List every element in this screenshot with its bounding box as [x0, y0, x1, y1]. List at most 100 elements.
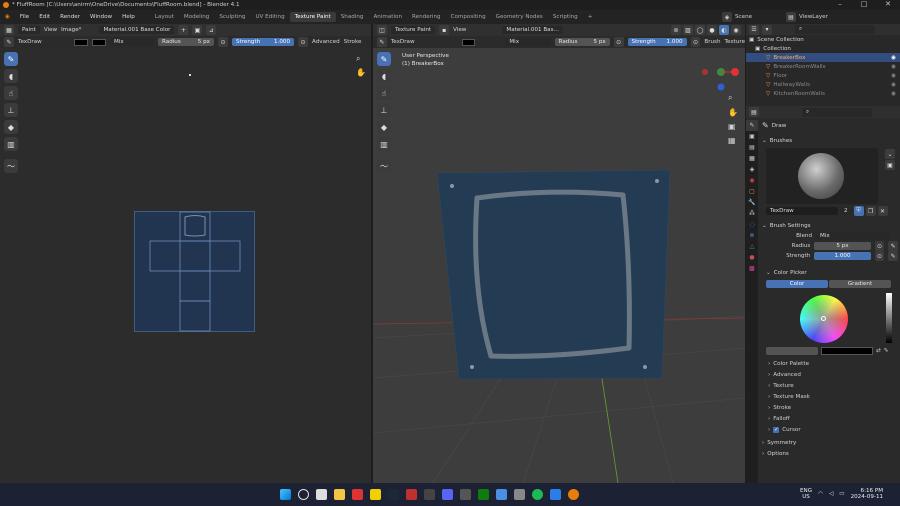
constraints-tab-icon[interactable]: ⊗ [746, 230, 758, 241]
blender-taskbar-icon[interactable] [568, 489, 579, 500]
viewport-annotate-tool-icon[interactable]: 〜 [377, 159, 391, 173]
image-menu[interactable]: Image* [61, 27, 81, 33]
radius-field[interactable]: Radius 5 px [158, 38, 214, 46]
render-tab-icon[interactable]: ▣ [746, 131, 758, 142]
texture-menu[interactable]: Texture [725, 39, 745, 45]
visibility-eye-icon[interactable]: ◉ [891, 91, 900, 97]
solid-shading-icon[interactable]: ● [707, 25, 717, 35]
radius-pressure-icon[interactable]: ⊙ [218, 37, 228, 47]
camera-view-icon[interactable]: ▣ [728, 122, 738, 131]
tab-texture-paint[interactable]: Texture Paint [289, 12, 336, 22]
menu-help[interactable]: Help [117, 14, 140, 20]
annotate-tool-icon[interactable]: 〜 [4, 159, 18, 173]
material-tab-icon[interactable]: ● [746, 252, 758, 263]
view-layer-name[interactable]: ViewLayer [799, 14, 828, 20]
viewport-brush-name[interactable]: TexDraw [391, 39, 458, 45]
viewport-zoom-icon[interactable]: ⌕ [728, 93, 738, 103]
pin-icon[interactable]: ⊿ [206, 25, 217, 35]
viewport-blend-select[interactable]: Mix [505, 38, 551, 46]
app-icon[interactable] [496, 489, 507, 500]
3d-viewport[interactable]: ✎ ◖ ☝ ⊥ ◆ ▥ 〜 User Perspective (1) Break… [373, 48, 745, 483]
viewport-clone-tool-icon[interactable]: ⊥ [377, 103, 391, 117]
soften-tool-icon[interactable]: ◖ [4, 69, 18, 83]
modifier-tab-icon[interactable]: 🔧 [746, 197, 758, 208]
stroke-subpanel[interactable]: › Stroke [762, 402, 898, 413]
viewport-material-select[interactable]: Material.001 Bas... [502, 26, 563, 34]
output-tab-icon[interactable]: ▤ [746, 142, 758, 153]
tab-uv-editing[interactable]: UV Editing [250, 12, 289, 22]
brush-users-count[interactable]: 2 [840, 207, 852, 215]
menu-file[interactable]: File [15, 14, 34, 20]
brush-name-field[interactable]: TexDraw [766, 207, 838, 215]
strength-field[interactable]: Strength 1.000 [232, 38, 294, 46]
file-explorer-icon[interactable] [334, 489, 345, 500]
outliner-search-input[interactable]: ⌕ [795, 25, 875, 34]
steam-icon[interactable] [388, 489, 399, 500]
zoom-icon[interactable]: ⌕ [356, 54, 366, 64]
viewport-radius-field[interactable]: Radius 5 px [554, 38, 610, 46]
menu-window[interactable]: Window [85, 14, 117, 20]
ortho-toggle-icon[interactable]: ▦ [728, 136, 738, 145]
discord-icon[interactable] [442, 489, 453, 500]
texture-subpanel[interactable]: › Texture [762, 380, 898, 391]
color-wheel[interactable] [800, 295, 848, 343]
controller-icon[interactable] [460, 489, 471, 500]
mask-tool-icon[interactable]: ▥ [4, 137, 18, 151]
search-icon[interactable] [298, 489, 309, 500]
visibility-eye-icon[interactable]: ◉ [891, 82, 900, 88]
tab-rendering[interactable]: Rendering [407, 12, 446, 22]
pan-hand-icon[interactable]: ✋ [356, 68, 366, 77]
wifi-icon[interactable]: ◠ [818, 491, 823, 497]
viewport-radius-pressure-icon[interactable]: ⊙ [613, 37, 624, 47]
falloff-subpanel[interactable]: › Falloff [762, 413, 898, 424]
view-layer-icon[interactable]: ▤ [786, 12, 796, 22]
task-view-icon[interactable] [316, 489, 327, 500]
properties-search-input[interactable]: ⌕ [802, 107, 872, 117]
particles-tab-icon[interactable]: ⁂ [746, 208, 758, 219]
outliner-row-kitchenroomwalls[interactable]: ▽ KitchenRoomWalls ◉ [746, 89, 900, 98]
duplicate-brush-icon[interactable]: ❐ [865, 206, 876, 216]
tab-scripting[interactable]: Scripting [548, 12, 583, 22]
cursor-subpanel[interactable]: › ✓ Cursor [762, 424, 898, 435]
primary-color-bar[interactable] [821, 347, 873, 355]
viewport-color-swatch[interactable] [461, 38, 476, 46]
outliner-row-scene-collection[interactable]: ▣ Scene Collection [746, 35, 900, 44]
visibility-eye-icon[interactable]: ◉ [891, 55, 900, 61]
viewport-draw-tool-icon[interactable]: ✎ [377, 52, 391, 66]
brush-preview[interactable] [766, 148, 878, 204]
strength-pressure-toggle-icon[interactable]: ⊙ [874, 251, 885, 261]
spotify-icon[interactable] [532, 489, 543, 500]
texture-mask-subpanel[interactable]: › Texture Mask [762, 391, 898, 402]
texture-paint-mode-select[interactable]: Texture Paint [391, 26, 436, 34]
tab-geometry-nodes[interactable]: Geometry Nodes [491, 12, 548, 22]
mask-toggle-icon[interactable]: ▪ [439, 25, 450, 35]
view-menu[interactable]: View [44, 27, 57, 33]
material-slot-select[interactable]: Material.001 Base Color [99, 26, 175, 34]
outliner-row-hallwaywalls[interactable]: ▽ HallwayWalls ◉ [746, 80, 900, 89]
store-icon[interactable] [406, 489, 417, 500]
paint-mode-select[interactable]: Paint [18, 26, 40, 34]
visibility-eye-icon[interactable]: ◉ [891, 73, 900, 79]
scene-icon[interactable]: ◈ [722, 12, 732, 22]
advanced-subpanel[interactable]: › Advanced [762, 369, 898, 380]
outliner-row-collection[interactable]: ▣ Collection [746, 44, 900, 53]
strength-option-icon[interactable]: ✎ [888, 251, 898, 261]
color-picker-header[interactable]: ⌄ Color Picker [762, 267, 898, 278]
navigation-gizmo[interactable] [699, 62, 741, 94]
tab-animation[interactable]: Animation [368, 12, 407, 22]
color-palette-subpanel[interactable]: › Color Palette [762, 358, 898, 369]
outliner-row-floor[interactable]: ▽ Floor ◉ [746, 71, 900, 80]
outliner-row-breakerroomwalls[interactable]: ▽ BreakerRoomWalls ◉ [746, 62, 900, 71]
brush-image-icon[interactable]: ▣ [885, 160, 895, 170]
unlink-brush-icon[interactable]: ✕ [877, 206, 888, 216]
material-shading-icon[interactable]: ◐ [719, 25, 729, 35]
xray-icon[interactable]: ▨ [683, 25, 693, 35]
gradient-tab[interactable]: Gradient [829, 280, 891, 288]
image-editor-canvas[interactable]: ✎ ◖ ☝ ⊥ ◆ ▥ 〜 ⌕ ✋ [0, 48, 371, 483]
menu-edit[interactable]: Edit [34, 14, 55, 20]
menu-render[interactable]: Render [55, 14, 85, 20]
region-label[interactable]: US [800, 494, 812, 500]
secondary-color-swatch[interactable] [92, 38, 106, 46]
tool-tab-icon[interactable]: ✎ [746, 120, 758, 131]
clock-date[interactable]: 2024-09-11 [851, 494, 884, 500]
